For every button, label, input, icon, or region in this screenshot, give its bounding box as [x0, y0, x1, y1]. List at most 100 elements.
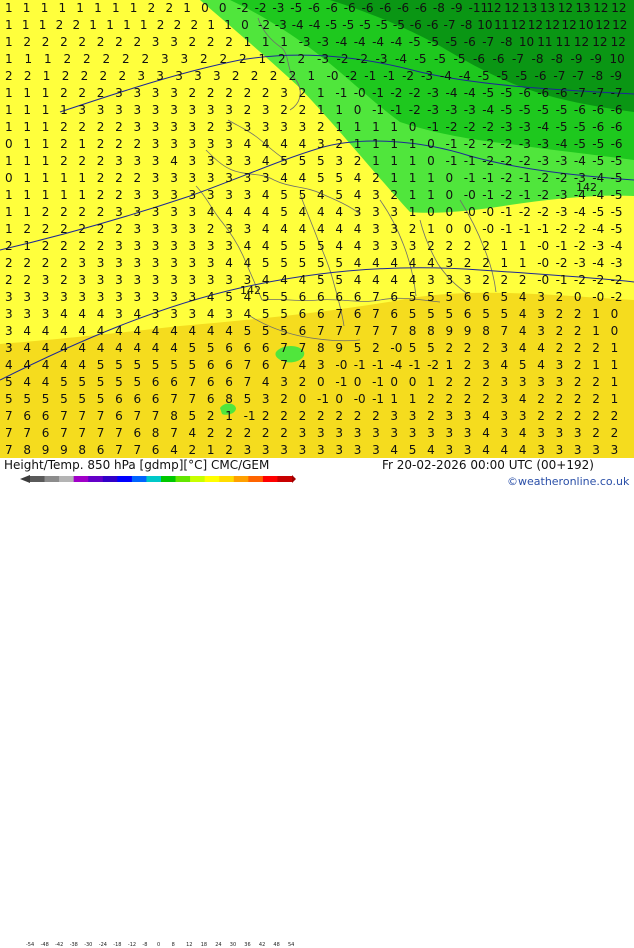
temp-value: -6 [308, 1, 320, 15]
temp-value: -5 [376, 18, 388, 32]
temp-value: 4 [537, 341, 545, 355]
temp-value: -6 [473, 52, 485, 66]
temp-value: 3 [611, 443, 619, 457]
temp-value: 7 [390, 324, 398, 338]
temp-value: 12 [612, 18, 627, 32]
colorbar-swatch [219, 476, 235, 482]
temp-value: -2 [574, 239, 586, 253]
temp-value: 0 [354, 375, 362, 389]
temp-value: -11 [469, 1, 489, 15]
credit-link[interactable]: ©weatheronline.co.uk [507, 475, 629, 488]
temp-value: 3 [207, 137, 215, 151]
colorbar-swatch [30, 476, 45, 482]
temp-value: -2 [501, 154, 513, 168]
temp-value: -6 [535, 69, 547, 83]
temp-value: 1 [5, 188, 13, 202]
temp-value: 7 [60, 426, 68, 440]
temp-value: -5 [478, 69, 490, 83]
temp-value: -0 [537, 273, 549, 287]
temp-value: 3 [207, 256, 215, 270]
temp-value: 3 [78, 256, 86, 270]
temp-value: 9 [42, 443, 50, 457]
temp-value: -8 [501, 35, 513, 49]
temp-value: -3 [376, 52, 388, 66]
temp-value: 2 [446, 392, 454, 406]
temp-value: -2 [611, 273, 623, 287]
temp-value: 7 [5, 409, 13, 423]
colorbar-tick: 42 [258, 942, 266, 948]
temp-value: 2 [592, 426, 600, 440]
temp-value: -4 [395, 52, 407, 66]
temp-value: 3 [97, 273, 105, 287]
temp-value: -3 [427, 86, 439, 100]
temp-value: 1 [78, 171, 86, 185]
temp-value: 2 [537, 409, 545, 423]
temp-value: 1 [23, 205, 31, 219]
temp-value: 2 [446, 375, 454, 389]
temp-value: 8 [427, 324, 435, 338]
temp-value: 2 [60, 222, 68, 236]
temp-value: 5 [189, 409, 197, 423]
temp-value: 3 [189, 137, 197, 151]
temp-value: 6 [134, 392, 142, 406]
temp-value: 4 [409, 273, 417, 287]
temp-value: 3 [519, 409, 527, 423]
temp-value: 6 [207, 375, 215, 389]
temp-value: 1 [23, 137, 31, 151]
temp-value: 4 [519, 443, 527, 457]
temp-value: 3 [299, 426, 307, 440]
temp-value: 7 [5, 426, 13, 440]
temp-value: -0 [537, 239, 549, 253]
temp-value: 1 [390, 392, 398, 406]
temp-value: 2 [244, 86, 252, 100]
temp-value: 4 [170, 154, 178, 168]
temp-value: 4 [115, 324, 123, 338]
temp-value: -5 [592, 154, 604, 168]
temp-value: 2 [482, 341, 490, 355]
temp-value: 2 [464, 341, 472, 355]
temp-value: 5 [427, 290, 435, 304]
temp-value: 3 [97, 103, 105, 117]
temp-value: 5 [519, 358, 527, 372]
temp-value: 6 [23, 409, 31, 423]
temp-value: 9 [464, 324, 472, 338]
temp-value: 2 [157, 18, 165, 32]
temp-value: 6 [115, 409, 123, 423]
temp-value: 6 [317, 307, 325, 321]
temp-value: 2 [335, 137, 343, 151]
temp-value: 1 [317, 103, 325, 117]
temp-value: 1 [427, 188, 435, 202]
temp-value: -5 [501, 86, 513, 100]
temp-value: -1 [244, 409, 256, 423]
temp-value: 5 [60, 375, 68, 389]
temp-value: -2 [556, 256, 568, 270]
temp-value: 3 [115, 154, 123, 168]
temp-value: -2 [501, 171, 513, 185]
temp-value: 12 [558, 1, 573, 15]
temp-value: -6 [397, 1, 409, 15]
temp-value: -3 [537, 137, 549, 151]
temp-value: -0 [335, 358, 347, 372]
temp-value: 7 [280, 358, 288, 372]
temp-value: 4 [280, 137, 288, 151]
temp-value: 2 [73, 18, 81, 32]
temp-value: 2 [42, 222, 50, 236]
temp-value: 4 [23, 324, 31, 338]
temp-value: 0 [446, 171, 454, 185]
temp-value: 3 [446, 273, 454, 287]
temp-value: 3 [262, 120, 270, 134]
temp-value: 2 [5, 239, 13, 253]
temp-value: -5 [454, 52, 466, 66]
temp-value: -9 [451, 1, 463, 15]
temp-value: -6 [493, 52, 505, 66]
temp-value: 2 [189, 443, 197, 457]
temp-value: 3 [372, 443, 380, 457]
temp-value: 2 [24, 69, 32, 83]
temp-value: 2 [23, 256, 31, 270]
temp-value: 2 [556, 324, 564, 338]
temp-value: 2 [42, 35, 50, 49]
temp-value: 2 [225, 86, 233, 100]
temp-value: 4 [170, 324, 178, 338]
temp-value: 1 [409, 154, 417, 168]
temp-value: 3 [225, 188, 233, 202]
